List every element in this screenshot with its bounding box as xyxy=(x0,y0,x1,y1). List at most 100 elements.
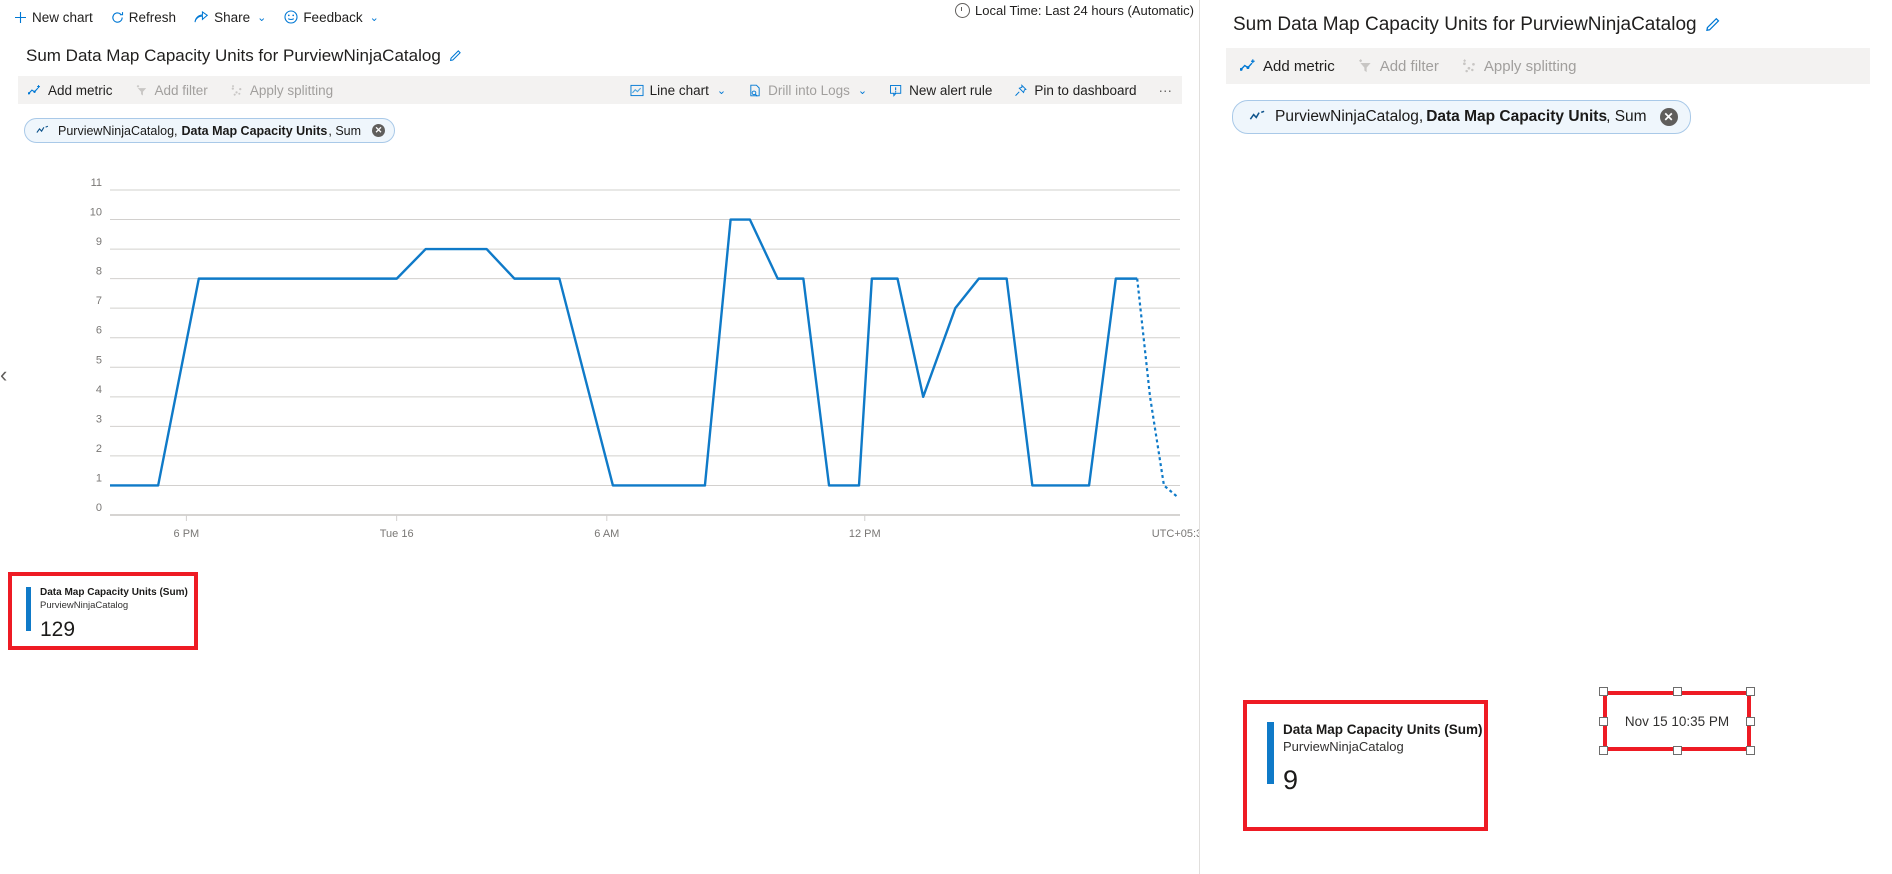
time-range-picker[interactable]: Local Time: Last 24 hours (Automatic) xyxy=(955,3,1194,18)
line-chart-type-button[interactable]: Line chart ⌄ xyxy=(630,82,727,98)
time-range-label: Local Time: Last 24 hours (Automatic) xyxy=(975,3,1194,18)
add-filter-button[interactable]: Add filter xyxy=(135,83,208,98)
add-metric-label: Add metric xyxy=(1263,57,1335,75)
plus-icon xyxy=(14,11,27,24)
pin-to-dashboard-button[interactable]: Pin to dashboard xyxy=(1014,82,1137,98)
left-collapse-chevron[interactable]: ‹ xyxy=(0,364,7,386)
svg-text:Tue 16: Tue 16 xyxy=(380,528,414,540)
metric-chip[interactable]: PurviewNinjaCatalog, Data Map Capacity U… xyxy=(1232,100,1691,134)
pin-icon xyxy=(1014,83,1028,97)
legend-value: 129 xyxy=(40,617,76,641)
chart-title: Sum Data Map Capacity Units for PurviewN… xyxy=(1200,0,1892,36)
legend-value: 9 xyxy=(1283,764,1299,795)
metrics-explorer-left-panel: New chart Refresh Share ⌄ Feedback ⌄ Loc… xyxy=(0,0,1209,874)
chart-title-text: Sum Data Map Capacity Units for PurviewN… xyxy=(26,46,441,65)
legend-color-swatch xyxy=(26,587,31,631)
hover-tooltip-text: Nov 15 10:35 PM xyxy=(1624,713,1730,729)
pencil-icon[interactable] xyxy=(449,47,463,66)
close-icon[interactable]: ✕ xyxy=(372,124,386,137)
new-alert-rule-label: New alert rule xyxy=(909,82,993,98)
apply-splitting-button[interactable]: Apply splitting xyxy=(1461,57,1577,75)
svg-text:5: 5 xyxy=(96,354,102,366)
hover-tooltip-highlight-box: Nov 15 10:35 PM xyxy=(1599,687,1755,755)
new-chart-button[interactable]: New chart xyxy=(14,10,93,25)
add-metric-icon xyxy=(1240,58,1257,74)
add-metric-label: Add metric xyxy=(48,82,113,98)
legend-subtitle: PurviewNinjaCatalog xyxy=(40,599,129,611)
selection-handle-s[interactable] xyxy=(1673,746,1682,755)
svg-text:12 PM: 12 PM xyxy=(849,528,881,540)
selection-handle-e[interactable] xyxy=(1746,717,1755,726)
refresh-button[interactable]: Refresh xyxy=(111,10,176,25)
selection-handle-se[interactable] xyxy=(1746,746,1755,755)
svg-text:6 AM: 6 AM xyxy=(594,528,619,540)
svg-text:0: 0 xyxy=(96,502,102,514)
pencil-icon[interactable] xyxy=(1705,14,1722,36)
metric-toolbar: Add metric Add filter Apply splitting xyxy=(1226,48,1870,84)
selection-handle-sw[interactable] xyxy=(1599,746,1608,755)
selection-handle-w[interactable] xyxy=(1599,717,1608,726)
svg-text:4: 4 xyxy=(96,384,102,396)
apply-splitting-label: Apply splitting xyxy=(1483,57,1577,75)
add-filter-icon xyxy=(1357,58,1374,74)
add-metric-button[interactable]: Add metric xyxy=(1240,58,1335,75)
more-icon: ··· xyxy=(1158,82,1173,98)
svg-text:2: 2 xyxy=(96,443,102,455)
metric-chip[interactable]: PurviewNinjaCatalog, Data Map Capacity U… xyxy=(24,118,396,143)
selection-handle-nw[interactable] xyxy=(1599,687,1608,696)
chevron-down-icon: ⌄ xyxy=(257,11,267,24)
metric-toolbar: Add metric Add filter Apply splitting Li… xyxy=(18,76,1182,104)
add-metric-icon xyxy=(28,84,42,97)
clock-icon xyxy=(955,3,970,18)
svg-text:10: 10 xyxy=(90,207,102,219)
drill-into-logs-button[interactable]: Drill into Logs ⌄ xyxy=(748,83,867,98)
legend-color-swatch xyxy=(1267,722,1274,784)
svg-text:9: 9 xyxy=(96,236,102,248)
selection-handle-n[interactable] xyxy=(1673,687,1682,696)
legend-title: Data Map Capacity Units (Sum) xyxy=(40,587,188,598)
left-chart-plot[interactable]: 0 1 2 3 4 5 6 7 8 9 10 11 6 PM Tue 16 6 AM 12 PM UTC+05:… xyxy=(60,177,1209,557)
svg-text:7: 7 xyxy=(96,295,102,307)
sparkline-icon xyxy=(1249,110,1267,125)
left-chart-legend: Data Map Capacity Units (Sum) PurviewNin… xyxy=(12,576,194,640)
refresh-label: Refresh xyxy=(128,9,177,25)
svg-text:3: 3 xyxy=(96,413,102,425)
right-legend-highlight-box: Data Map Capacity Units (Sum) PurviewNin… xyxy=(1243,700,1488,831)
svg-text:8: 8 xyxy=(96,266,102,278)
add-filter-icon xyxy=(135,84,149,97)
feedback-smiley-icon xyxy=(284,10,298,24)
legend-subtitle: PurviewNinjaCatalog xyxy=(1283,738,1404,754)
apply-splitting-label: Apply splitting xyxy=(249,82,334,98)
legend-title: Data Map Capacity Units (Sum) xyxy=(1283,722,1483,737)
share-icon xyxy=(194,10,209,24)
drill-logs-icon xyxy=(748,84,762,97)
svg-text:6: 6 xyxy=(96,325,102,337)
share-button[interactable]: Share ⌄ xyxy=(194,10,266,25)
close-icon[interactable]: ✕ xyxy=(1659,108,1678,126)
selection-handle-ne[interactable] xyxy=(1746,687,1755,696)
chevron-down-icon: ⌄ xyxy=(857,84,868,97)
apply-splitting-button[interactable]: Apply splitting xyxy=(230,83,333,98)
chip-resource: PurviewNinjaCatalog, xyxy=(58,123,178,138)
chart-title: Sum Data Map Capacity Units for PurviewN… xyxy=(0,30,1200,66)
add-filter-label: Add filter xyxy=(154,82,208,98)
chevron-down-icon: ⌄ xyxy=(716,84,727,97)
refresh-icon xyxy=(111,11,124,24)
chip-aggregation: , Sum xyxy=(1606,108,1647,125)
left-legend-highlight-box: Data Map Capacity Units (Sum) PurviewNin… xyxy=(8,572,198,650)
line-chart-label: Line chart xyxy=(649,82,709,98)
chip-resource: PurviewNinjaCatalog, xyxy=(1275,108,1424,125)
drill-logs-label: Drill into Logs xyxy=(768,82,850,98)
alert-icon xyxy=(889,84,903,97)
pin-to-dashboard-label: Pin to dashboard xyxy=(1034,82,1137,98)
add-metric-button[interactable]: Add metric xyxy=(28,83,113,98)
svg-text:6 PM: 6 PM xyxy=(174,528,200,540)
chevron-down-icon: ⌄ xyxy=(369,11,379,24)
more-options-button[interactable]: ··· xyxy=(1159,83,1173,98)
new-alert-rule-button[interactable]: New alert rule xyxy=(889,83,992,98)
feedback-button[interactable]: Feedback ⌄ xyxy=(284,10,379,25)
apply-splitting-icon xyxy=(1461,58,1478,74)
add-filter-button[interactable]: Add filter xyxy=(1357,58,1439,75)
chip-metric: Data Map Capacity Units xyxy=(1426,108,1608,125)
right-chart-legend: Data Map Capacity Units (Sum) PurviewNin… xyxy=(1247,704,1484,794)
